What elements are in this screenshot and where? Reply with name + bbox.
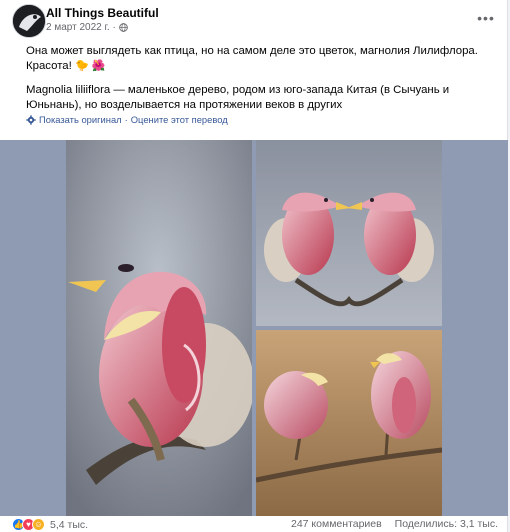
rate-translation-link[interactable]: Оцените этот перевод — [131, 114, 228, 125]
post-text: Она может выглядеть как птица, но на сам… — [26, 44, 496, 122]
shares-count[interactable]: Поделились: 3,1 тыс. — [395, 518, 498, 530]
post-date[interactable]: 2 март 2022 г. · — [46, 22, 116, 33]
photo-main[interactable] — [66, 140, 252, 516]
photo-grid — [0, 140, 508, 516]
avatar[interactable] — [12, 4, 46, 38]
comments-count[interactable]: 247 комментариев — [291, 518, 382, 530]
post-meta: 2 март 2022 г. · — [46, 22, 128, 33]
post-card: All Things Beautiful 2 март 2022 г. · ••… — [0, 0, 508, 532]
post-text-line-2: Magnolia liliiflora — маленькое дерево, … — [26, 84, 450, 111]
more-options-icon[interactable]: ••• — [476, 8, 496, 28]
care-reaction-icon: ☺ — [32, 518, 45, 531]
post-header: All Things Beautiful 2 март 2022 г. · ••… — [12, 4, 500, 38]
chick-emoji: 🐤 — [74, 60, 89, 72]
reactions-summary[interactable]: 👍 ♥ ☺ 5,4 тыс. — [12, 518, 88, 531]
post-footer: 👍 ♥ ☺ 5,4 тыс. 247 комментариев Поделили… — [0, 516, 508, 532]
separator-dot: · — [124, 114, 128, 125]
reaction-count[interactable]: 5,4 тыс. — [50, 519, 88, 531]
engagement-counts: 247 комментариев Поделились: 3,1 тыс. — [291, 518, 498, 530]
show-original-link[interactable]: Показать оригинал — [39, 114, 122, 125]
globe-icon — [119, 23, 128, 32]
post-text-line-1: Она может выглядеть как птица, но на сам… — [26, 45, 478, 72]
flower-emoji: 🌺 — [91, 60, 106, 72]
author-name[interactable]: All Things Beautiful — [46, 6, 159, 20]
photo-top-right[interactable] — [256, 140, 442, 326]
photo-bottom-right[interactable] — [256, 330, 442, 516]
translation-bar: Показать оригинал · Оцените этот перевод — [26, 114, 228, 125]
gear-icon — [26, 114, 36, 125]
